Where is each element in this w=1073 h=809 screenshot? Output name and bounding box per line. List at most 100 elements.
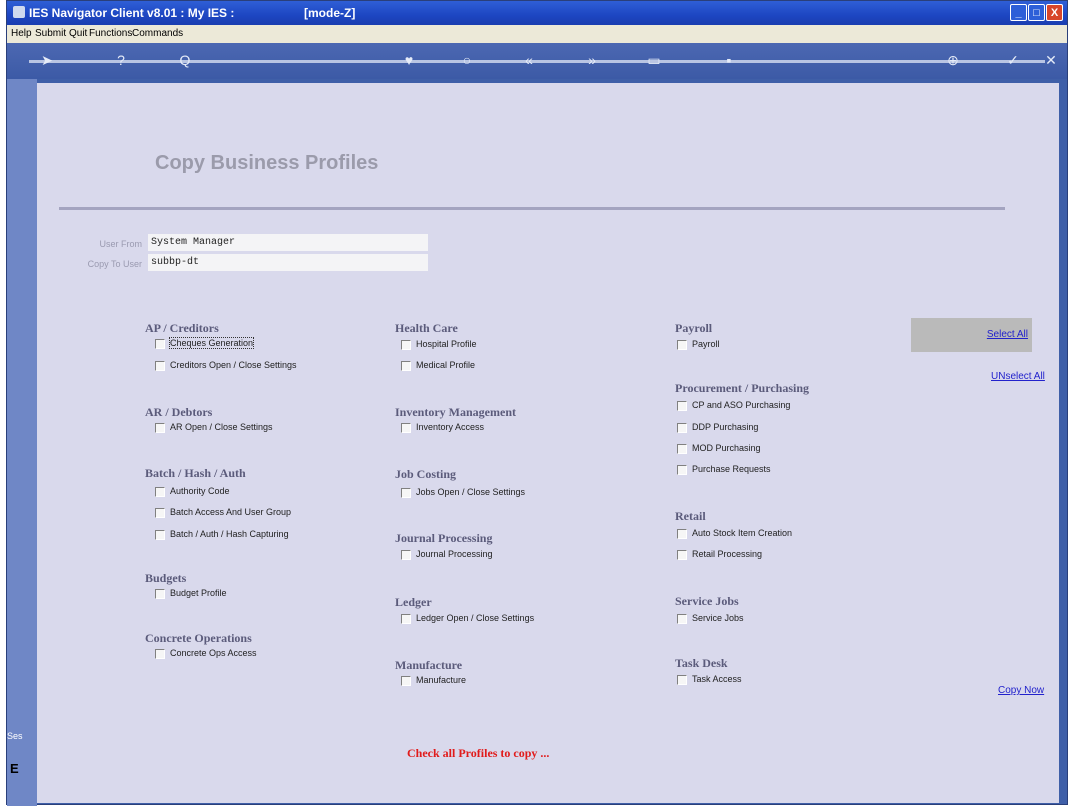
select-all-box: Select All [911,318,1032,352]
window-mode: [mode-Z] [304,6,356,20]
option-label: Batch Access And User Group [170,507,292,517]
section-budgets: Budgets [145,571,187,585]
refresh-icon[interactable]: ○ [457,52,477,68]
select-all-link[interactable]: Select All [987,329,1028,340]
checkbox[interactable] [401,361,411,371]
checkbox[interactable] [677,529,687,539]
close-button[interactable]: X [1046,4,1063,21]
checkbox[interactable] [155,361,165,371]
checkbox[interactable] [401,614,411,624]
option-label: Journal Processing [416,549,493,559]
checkbox[interactable] [677,465,687,475]
user-from-input[interactable]: System Manager [148,234,428,251]
maximize-button[interactable]: □ [1028,4,1045,21]
option-label: Medical Profile [416,360,476,370]
section-concrete-operations: Concrete Operations [145,631,252,645]
forward-icon[interactable]: » [582,52,602,68]
checkbox[interactable] [677,614,687,624]
page-icon[interactable]: ▭ [644,52,664,69]
checkbox[interactable] [677,675,687,685]
copy-to-label: Copy To User [87,259,142,269]
option-label: Batch / Auth / Hash Capturing [170,529,289,539]
checkbox[interactable] [401,550,411,560]
warning-message: Check all Profiles to copy ... [407,746,550,760]
title-bar: IES Navigator Client v8.01 : My IES : [m… [7,1,1067,25]
checkbox[interactable] [155,508,165,518]
close-icon[interactable]: ✕ [1041,52,1061,69]
rewind-icon[interactable]: « [519,52,539,68]
section-service-jobs: Service Jobs [675,594,739,608]
option-label: Purchase Requests [692,464,771,474]
checkbox[interactable] [155,487,165,497]
section-inventory-management: Inventory Management [395,405,516,419]
window-title: IES Navigator Client v8.01 : My IES : [29,6,235,20]
section-task-desk: Task Desk [675,656,728,670]
section-ledger: Ledger [395,595,432,609]
checkbox[interactable] [155,649,165,659]
checkbox[interactable] [401,488,411,498]
menu-help[interactable]: Help [11,28,32,39]
toolbar: ➤ ? Q ♥ ○ « » ▭ ▪ ⊕ ✓ ✕ [7,43,1067,79]
option-label: Cheques Generation [168,337,255,349]
checkbox[interactable] [155,339,165,349]
checkbox[interactable] [677,340,687,350]
main-panel: Copy Business Profiles User From System … [37,83,1059,803]
section-health-care: Health Care [395,321,458,335]
unselect-all-link[interactable]: UNselect All [991,371,1045,382]
section-job-costing: Job Costing [395,467,457,481]
menu-bar: Help Submit Quit Functions Commands [7,25,1067,43]
section-ar-debtors: AR / Debtors [145,405,213,419]
section-batch-hash-auth: Batch / Hash / Auth [145,466,246,480]
app-window: IES Navigator Client v8.01 : My IES : [m… [6,0,1068,806]
checkbox[interactable] [677,550,687,560]
option-label: Ledger Open / Close Settings [416,613,535,623]
menu-submit[interactable]: Submit [35,28,66,39]
checkbox[interactable] [401,340,411,350]
checkbox[interactable] [401,423,411,433]
section-journal-processing: Journal Processing [395,531,493,545]
section-procurement-purchasing: Procurement / Purchasing [675,381,809,395]
square-icon[interactable]: ▪ [719,52,739,68]
checkbox[interactable] [155,423,165,433]
checkbox[interactable] [677,423,687,433]
option-label: Auto Stock Item Creation [692,528,793,538]
side-tab-session[interactable]: Ses [7,731,23,741]
copy-to-input[interactable]: subbp-dt [148,254,428,271]
option-label: Concrete Ops Access [170,648,257,658]
menu-functions[interactable]: Functions [89,28,132,39]
section-ap-creditors: AP / Creditors [145,321,219,335]
checkbox[interactable] [677,444,687,454]
help-icon[interactable]: ? [111,52,131,68]
page-title: Copy Business Profiles [155,152,379,174]
option-label: DDP Purchasing [692,422,759,432]
back-arrow-icon[interactable]: ➤ [37,52,57,69]
option-label: Budget Profile [170,588,227,598]
option-label: CP and ASO Purchasing [692,400,791,410]
section-retail: Retail [675,509,706,523]
menu-quit[interactable]: Quit [69,28,87,39]
option-label: Service Jobs [692,613,744,623]
user-from-label: User From [99,239,143,249]
checkbox[interactable] [401,676,411,686]
option-label: Retail Processing [692,549,763,559]
option-label: Task Access [692,674,742,684]
print-icon[interactable]: ⊕ [943,52,963,69]
checkbox[interactable] [677,401,687,411]
side-tab-e[interactable]: E [10,761,20,776]
option-label: Payroll [692,339,720,349]
option-label: Hospital Profile [416,339,477,349]
option-label: MOD Purchasing [692,443,761,453]
option-label: Jobs Open / Close Settings [416,487,526,497]
minimize-button[interactable]: _ [1010,4,1027,21]
search-icon[interactable]: Q [175,52,195,68]
section-manufacture: Manufacture [395,658,463,672]
heart-icon[interactable]: ♥ [399,52,419,68]
check-icon[interactable]: ✓ [1003,52,1023,69]
option-label: Creditors Open / Close Settings [170,360,297,370]
checkbox[interactable] [155,589,165,599]
option-label: Inventory Access [416,422,485,432]
checkbox[interactable] [155,530,165,540]
section-payroll: Payroll [675,321,713,335]
copy-now-link[interactable]: Copy Now [998,685,1044,696]
menu-commands[interactable]: Commands [132,28,183,39]
